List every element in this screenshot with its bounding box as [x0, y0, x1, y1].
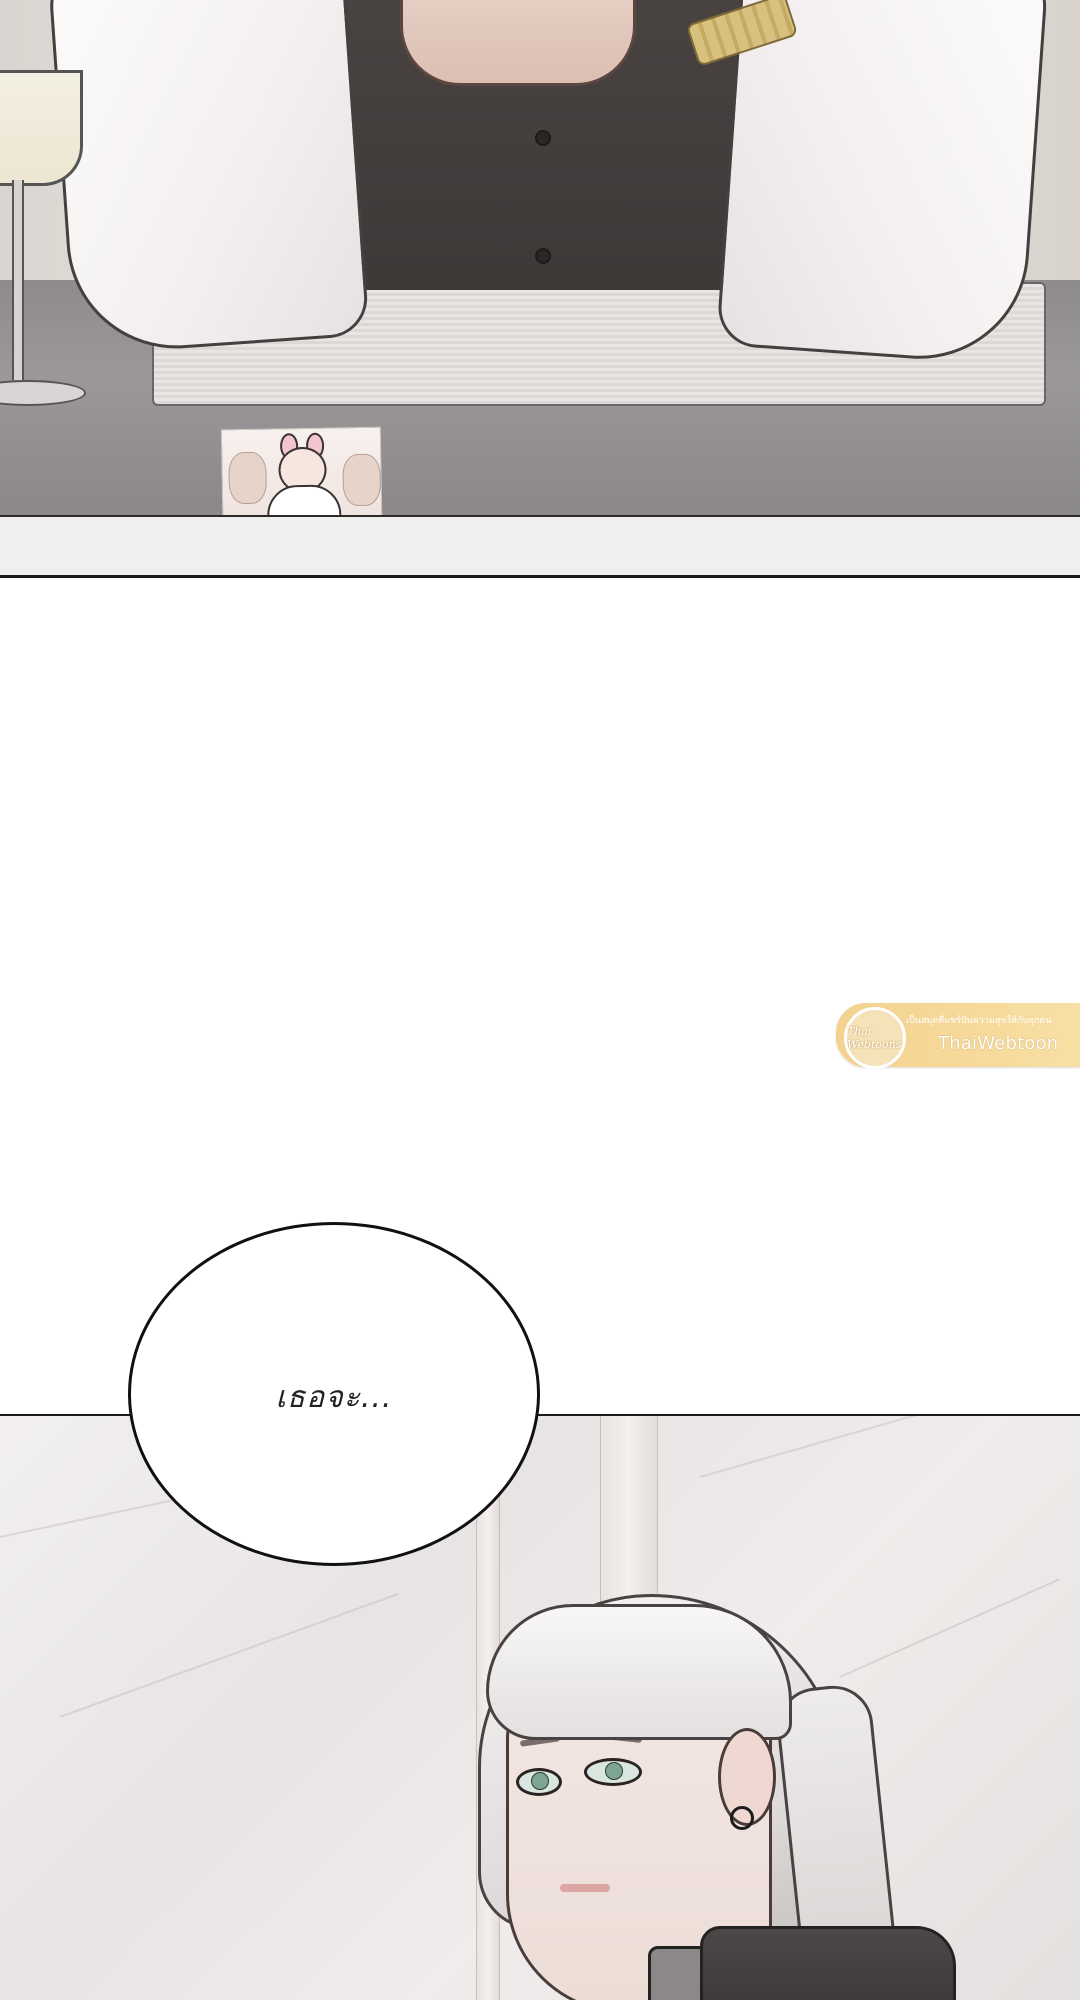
comic-panel-portrait — [0, 1414, 1080, 2000]
character-hands — [400, 0, 636, 86]
vest-button — [535, 130, 551, 146]
character-right-sleeve — [715, 0, 1051, 367]
character-jacket — [700, 1926, 956, 2000]
watermark-badge-text: Thai Webtoons — [847, 1025, 902, 1051]
character-mouth — [560, 1884, 610, 1892]
comic-page: Thai Webtoons เป็นสมุดที่แชร์ปันความสุขใ… — [0, 0, 1080, 2000]
character-left-sleeve — [46, 0, 370, 356]
wine-glass-stem — [12, 180, 24, 380]
watermark-tagline: เป็นสมุดที่แชร์ปันความสุขให้กับทุกคน — [906, 1016, 1052, 1026]
character-eye — [584, 1758, 642, 1786]
speech-bubble-text: เธอจะ... — [275, 1379, 393, 1415]
eye-iris — [605, 1762, 623, 1780]
vest-button — [535, 248, 551, 264]
earring-icon — [730, 1806, 754, 1830]
eye-iris — [531, 1772, 549, 1790]
speech-bubble: เธอจะ... — [128, 1222, 540, 1566]
character-eye — [516, 1768, 562, 1796]
teddy-bear — [228, 451, 268, 505]
site-watermark: Thai Webtoons เป็นสมุดที่แชร์ปันความสุขใ… — [836, 1003, 1080, 1069]
watermark-logo-icon: Thai Webtoons — [844, 1007, 906, 1069]
wine-glass-bowl — [0, 70, 83, 186]
character-bangs — [486, 1604, 792, 1740]
table-front-edge — [0, 515, 1080, 575]
comic-panel-table-scene — [0, 0, 1080, 578]
marble-vein — [59, 1592, 399, 1718]
marble-vein — [839, 1578, 1060, 1678]
watermark-brand: ThaiWebtoon — [938, 1033, 1059, 1054]
teddy-bear — [342, 453, 382, 507]
marble-vein — [699, 1416, 1066, 1478]
